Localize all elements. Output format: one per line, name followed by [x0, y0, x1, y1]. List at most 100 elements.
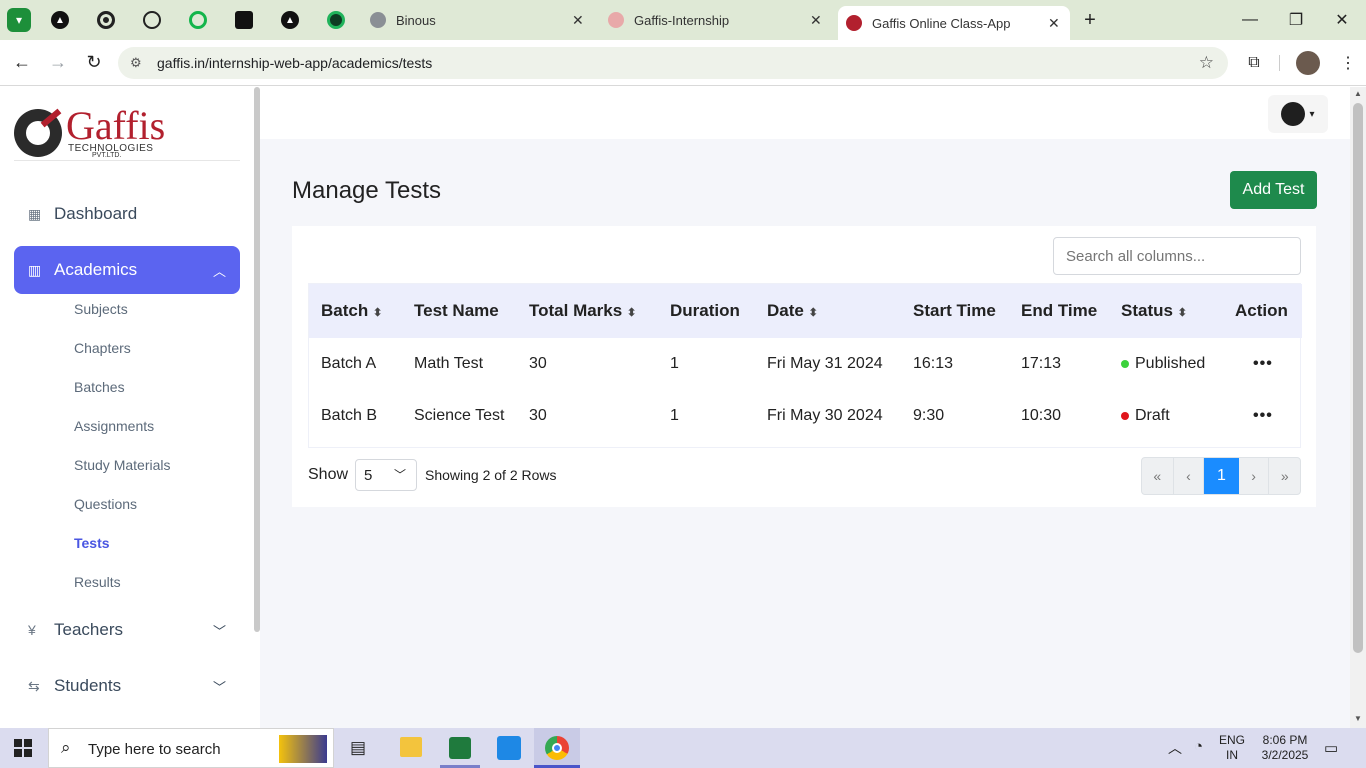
user-menu-button[interactable]: ▾ [1268, 95, 1328, 133]
tests-table-wrap: Batch ⬍ Test Name Total Marks ⬍ Duration… [308, 283, 1302, 448]
reload-icon[interactable]: ↻ [82, 50, 106, 74]
sidebar-subitem-tests[interactable]: Tests [74, 535, 110, 551]
address-text: gaffis.in/internship-web-app/academics/t… [157, 55, 433, 71]
pinned-tab-app2-icon[interactable]: ▲ [278, 8, 302, 32]
site-info-icon[interactable]: ⚙ [130, 55, 142, 71]
sort-icon: ⬍ [1177, 307, 1187, 319]
scroll-down-icon[interactable]: ▼ [1354, 714, 1362, 723]
page-title: Manage Tests [292, 177, 441, 204]
sidebar-item-students[interactable]: ⇆ Students ﹀ [14, 662, 240, 710]
pinned-tab-chatgpt-icon[interactable] [140, 8, 164, 32]
pinned-tab-mongodb-icon[interactable] [324, 8, 348, 32]
user-circle-icon [1281, 102, 1306, 126]
main-content: ▾ Manage Tests Add Test Batch ⬍ Test Nam… [260, 87, 1350, 728]
search-input[interactable] [1053, 237, 1301, 275]
caret-down-icon: ▾ [1309, 108, 1315, 120]
sidebar-subitem-chapters[interactable]: Chapters [74, 340, 131, 356]
column-header-start-time: Start Time [913, 284, 1021, 338]
column-header-date[interactable]: Date ⬍ [767, 284, 913, 338]
bookmark-star-icon[interactable]: ☆ [1199, 53, 1214, 73]
row-action-menu-icon[interactable]: ••• [1235, 338, 1302, 390]
forward-icon[interactable]: → [46, 50, 70, 74]
vscode-icon[interactable] [497, 736, 521, 760]
last-page-button[interactable]: » [1269, 458, 1300, 494]
tab-label: Binous [396, 12, 436, 28]
row-action-menu-icon[interactable]: ••• [1235, 390, 1302, 442]
windows-start-icon[interactable] [14, 739, 32, 757]
file-explorer-icon[interactable] [400, 737, 422, 757]
swap-icon: ⇆ [28, 677, 40, 694]
chrome-taskbar-button[interactable] [534, 728, 580, 768]
minimize-icon[interactable]: — [1238, 8, 1262, 32]
sidebar-subitem-questions[interactable]: Questions [74, 496, 137, 512]
extensions-icon[interactable]: ⧉ [1242, 51, 1266, 75]
close-tab-icon[interactable]: ✕ [1048, 15, 1060, 32]
prev-page-button[interactable]: ‹ [1174, 458, 1205, 494]
profile-avatar[interactable] [1296, 51, 1320, 75]
pinned-tab-github-icon[interactable] [94, 8, 118, 32]
clock[interactable]: 8:06 PM 3/2/2025 [1255, 733, 1315, 763]
status-dot-icon [1121, 411, 1129, 420]
show-hidden-icons-icon[interactable]: ︿ [1168, 738, 1182, 758]
column-header-total-marks[interactable]: Total Marks ⬍ [529, 284, 670, 338]
network-icon[interactable]: ◔ [1194, 738, 1203, 755]
pinned-tab-green-app-icon[interactable] [186, 8, 210, 32]
pinned-tab-notion-icon[interactable] [232, 8, 256, 32]
tab-binous[interactable]: Binous ✕ [360, 0, 596, 40]
taskbar-search-box[interactable]: ⌕ Type here to search [48, 728, 334, 768]
cell-total-marks: 30 [529, 355, 547, 372]
first-page-button[interactable]: « [1142, 458, 1174, 494]
gaffis-logo-icon [14, 108, 62, 157]
sidebar-subitem-study-materials[interactable]: Study Materials [74, 457, 170, 473]
tab-gaffis-online-class-app[interactable]: Gaffis Online Class-App ✕ [838, 6, 1070, 40]
next-page-button[interactable]: › [1239, 458, 1270, 494]
page-1-button[interactable]: 1 [1204, 458, 1239, 494]
column-header-test-name: Test Name [414, 284, 529, 338]
page-size-select[interactable]: 5 ﹀ [355, 459, 417, 491]
taskbar-search-placeholder: Type here to search [88, 741, 221, 758]
browser-menu-icon[interactable]: ⋮ [1336, 51, 1360, 75]
close-tab-icon[interactable]: ✕ [810, 12, 822, 29]
sort-icon: ⬍ [808, 307, 818, 319]
language-indicator[interactable]: ENG IN [1219, 733, 1245, 763]
notifications-icon[interactable]: ▭ [1324, 739, 1338, 757]
column-header-status[interactable]: Status ⬍ [1121, 284, 1235, 338]
cell-total-marks: 30 [529, 407, 547, 424]
scroll-up-icon[interactable]: ▲ [1354, 89, 1362, 98]
sidebar-item-dashboard[interactable]: ▦ Dashboard [14, 190, 240, 238]
column-header-batch[interactable]: Batch ⬍ [309, 284, 414, 338]
header-label: Date [767, 301, 804, 320]
cell-batch: Batch A [321, 355, 377, 372]
tab-search-icon[interactable]: ▾ [7, 8, 31, 32]
sidebar-divider [14, 160, 240, 161]
close-window-icon[interactable]: ✕ [1330, 8, 1354, 32]
chevron-down-icon: ﹀ [393, 468, 406, 482]
sidebar-subitem-results[interactable]: Results [74, 574, 121, 590]
restore-icon[interactable]: ❐ [1284, 8, 1308, 32]
column-header-end-time: End Time [1021, 284, 1121, 338]
table-row: Batch B Science Test 30 1 Fri May 30 202… [309, 390, 1302, 442]
page-scrollbar[interactable]: ▲ ▼ [1350, 87, 1366, 728]
add-test-button[interactable]: Add Test [1230, 171, 1317, 209]
tab-gaffis-internship[interactable]: Gaffis-Internship ✕ [598, 0, 834, 40]
sidebar-item-academics[interactable]: ▥ Academics ︿ [14, 246, 240, 294]
cell-duration: 1 [670, 355, 679, 372]
chevron-down-icon: ﹀ [212, 623, 226, 639]
back-icon[interactable]: ← [10, 50, 34, 74]
pinned-tab-app-icon[interactable]: ▲ [48, 8, 72, 32]
globe-icon [370, 12, 386, 28]
header-label: Total Marks [529, 301, 623, 320]
show-label: Show [308, 466, 349, 483]
teacher-icon: ¥ [28, 622, 36, 638]
scrollbar-thumb[interactable] [1353, 103, 1363, 653]
sidebar-item-teachers[interactable]: ¥ Teachers ﹀ [14, 606, 240, 654]
address-bar[interactable]: ⚙ gaffis.in/internship-web-app/academics… [118, 47, 1228, 79]
sidebar-subitem-subjects[interactable]: Subjects [74, 301, 128, 317]
header-label: Start Time [913, 301, 996, 320]
app-chart-icon[interactable] [449, 737, 471, 759]
task-view-icon[interactable]: ▤ [350, 738, 366, 758]
sidebar-subitem-assignments[interactable]: Assignments [74, 418, 154, 434]
close-tab-icon[interactable]: ✕ [572, 12, 584, 29]
new-tab-icon[interactable]: + [1078, 8, 1102, 32]
sidebar-subitem-batches[interactable]: Batches [74, 379, 125, 395]
